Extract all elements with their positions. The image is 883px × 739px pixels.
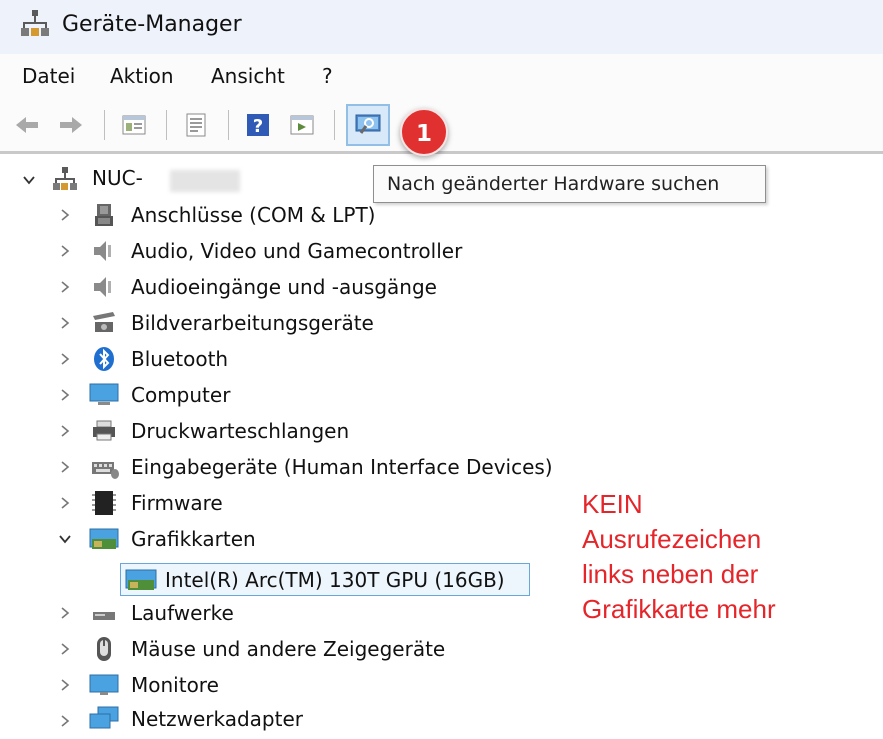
chevron-right-icon[interactable] [58, 678, 72, 692]
forward-arrow-icon[interactable] [58, 112, 84, 138]
chevron-right-icon[interactable] [58, 316, 72, 330]
computer-icon [89, 383, 119, 405]
speaker-icon [94, 241, 111, 261]
toolbar-bottom-border [0, 151, 883, 154]
tree-item-gpu-selected[interactable]: Intel(R) Arc(TM) 130T GPU (16GB) [120, 563, 530, 596]
chip-icon [92, 491, 116, 515]
help-icon[interactable]: ? [245, 112, 271, 138]
tree-root[interactable]: NUC- [0, 162, 883, 198]
tree-item-monitore[interactable]: Monitore [0, 667, 883, 703]
annotation-line: links neben der [582, 559, 759, 589]
annotation-line: Ausrufezeichen [582, 524, 762, 554]
drive-icon [93, 612, 115, 620]
menu-action[interactable]: Aktion [110, 64, 174, 88]
tree-item-bluetooth[interactable]: Bluetooth [0, 341, 883, 377]
toolbar-separator [166, 110, 167, 140]
chevron-right-icon[interactable] [58, 424, 72, 438]
tree-item-label: Computer [131, 383, 231, 407]
tree-item-label: Bildverarbeitungsgeräte [131, 311, 374, 335]
toolbar-separator [334, 110, 335, 140]
chevron-right-icon[interactable] [58, 496, 72, 510]
chevron-right-icon[interactable] [58, 642, 72, 656]
camera-icon [93, 312, 115, 332]
tree-item-label: Bluetooth [131, 347, 229, 371]
step-number-badge: 1 [400, 108, 448, 156]
tree-item-label: Monitore [131, 673, 219, 697]
tree-item-label: Audio, Video und Gamecontroller [131, 239, 463, 263]
update-driver-icon[interactable] [183, 112, 209, 138]
tree-item-label: Audioeingänge und -ausgänge [131, 275, 437, 299]
tree-root-label: NUC- [92, 166, 143, 190]
tree-item-eingabegeraete[interactable]: Eingabegeräte (Human Interface Devices) [0, 449, 883, 485]
annotation-line: KEIN [582, 489, 643, 519]
menu-help[interactable]: ? [322, 64, 333, 88]
chevron-right-icon[interactable] [58, 714, 72, 728]
toolbar-separator [104, 110, 105, 140]
tree-item-computer[interactable]: Computer [0, 377, 883, 413]
properties-icon[interactable] [121, 112, 147, 138]
monitor-icon [89, 674, 119, 695]
chevron-down-icon[interactable] [58, 532, 72, 546]
run-icon[interactable] [289, 112, 315, 138]
tree-item-audioeingaenge[interactable]: Audioeingänge und -ausgänge [0, 269, 883, 305]
scan-hardware-button[interactable] [346, 104, 390, 146]
chevron-right-icon[interactable] [58, 244, 72, 258]
annotation-text: KEIN Ausrufezeichen links neben der Graf… [582, 487, 776, 627]
chevron-right-icon[interactable] [58, 606, 72, 620]
tree-item-label: Laufwerke [131, 601, 234, 625]
display-adapter-icon [89, 528, 119, 549]
menu-view[interactable]: Ansicht [211, 64, 285, 88]
tree-item-label: Firmware [131, 491, 223, 515]
title-bar: Geräte-Manager [0, 0, 883, 54]
menu-bar: Datei Aktion Ansicht ? [0, 54, 883, 100]
chevron-right-icon[interactable] [58, 208, 72, 222]
chevron-down-icon[interactable] [22, 173, 36, 187]
speaker-icon [94, 277, 111, 297]
computer-network-icon [53, 167, 77, 190]
tree-item-label: Anschlüsse (COM & LPT) [131, 203, 376, 227]
window-title: Geräte-Manager [62, 12, 242, 37]
tree-item-bildverarbeitung[interactable]: Bildverarbeitungsgeräte [0, 305, 883, 341]
tree-item-audio-video[interactable]: Audio, Video und Gamecontroller [0, 233, 883, 269]
tree-item-netzwerkadapter[interactable]: Netzwerkadapter [0, 703, 883, 739]
chevron-right-icon[interactable] [58, 352, 72, 366]
tree-item-label: Mäuse und andere Zeigegeräte [131, 637, 446, 661]
tree-item-label: Eingabegeräte (Human Interface Devices) [131, 455, 553, 479]
printer-icon [93, 420, 115, 441]
annotation-line: Grafikkarte mehr [582, 594, 776, 624]
chevron-right-icon[interactable] [58, 460, 72, 474]
tree-item-maeuse[interactable]: Mäuse und andere Zeigegeräte [0, 631, 883, 667]
tree-item-druckwarteschlangen[interactable]: Druckwarteschlangen [0, 413, 883, 449]
menu-file[interactable]: Datei [22, 64, 75, 88]
scan-hardware-icon [355, 114, 381, 134]
mouse-icon [97, 637, 111, 661]
display-adapter-icon [125, 569, 157, 590]
bluetooth-icon [94, 347, 114, 371]
tree-item-label: Grafikkarten [131, 527, 256, 551]
back-arrow-icon[interactable] [14, 112, 40, 138]
device-manager-icon [21, 10, 49, 36]
tree-item-label: Netzwerkadapter [131, 707, 303, 731]
svg-text:?: ? [253, 116, 263, 137]
toolbar-separator [228, 110, 229, 140]
redacted-computer-name [170, 170, 240, 192]
port-icon [95, 204, 113, 226]
tree-item-anschluesse[interactable]: Anschlüsse (COM & LPT) [0, 197, 883, 233]
network-adapter-icon [89, 706, 119, 729]
hid-icon [92, 462, 119, 479]
chevron-right-icon[interactable] [58, 280, 72, 294]
gpu-label: Intel(R) Arc(TM) 130T GPU (16GB) [165, 568, 505, 592]
chevron-right-icon[interactable] [58, 388, 72, 402]
tree-item-label: Druckwarteschlangen [131, 419, 350, 443]
